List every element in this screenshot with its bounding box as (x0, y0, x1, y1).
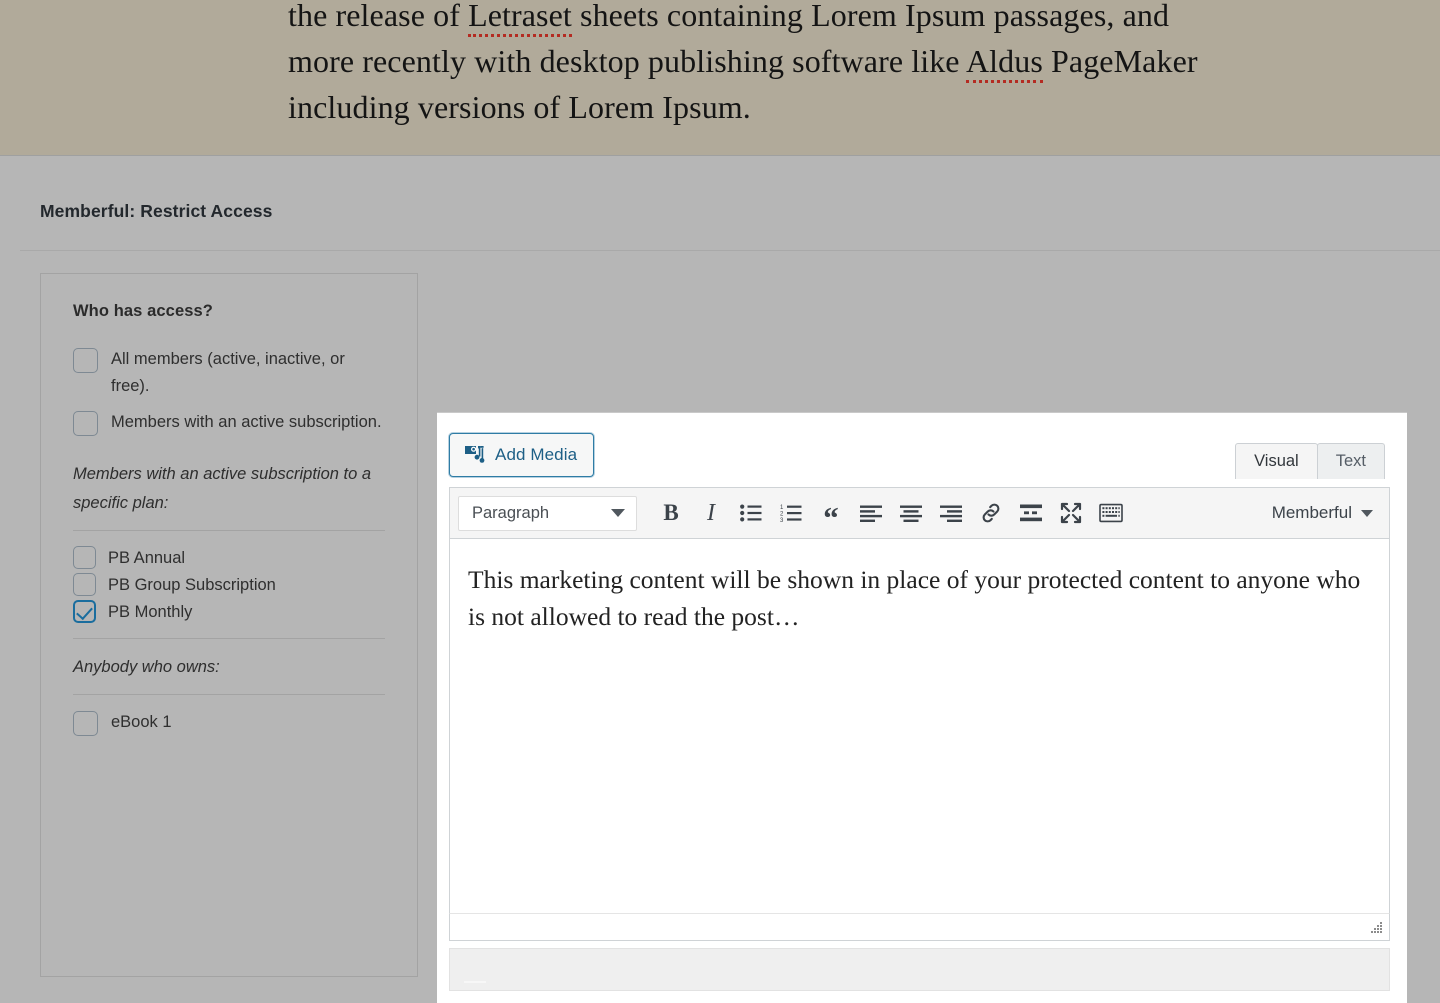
svg-text:3: 3 (780, 518, 784, 522)
checkbox-active-subscription[interactable] (73, 411, 98, 436)
checkbox-ebook-1[interactable] (73, 711, 98, 736)
editor-resize-handle[interactable] (1368, 920, 1384, 936)
access-option-all-members[interactable]: All members (active, inactive, or free). (73, 346, 385, 400)
tab-text[interactable]: Text (1316, 443, 1385, 479)
media-icon (464, 445, 486, 465)
excerpt-line2-part-b: PageMaker (1042, 43, 1198, 79)
plan-option-label: PB Group Subscription (108, 576, 276, 594)
plan-option-label: PB Annual (108, 549, 186, 567)
access-panel-heading: Who has access? (73, 302, 213, 320)
editor-content-area[interactable]: This marketing content will be shown in … (449, 539, 1390, 913)
plan-option-pb-annual[interactable]: PB Annual (73, 545, 385, 571)
align-center-button[interactable] (891, 494, 931, 532)
memberful-menu-label: Memberful (1271, 503, 1352, 522)
plan-group-note: Members with an active subscription to a… (73, 465, 372, 512)
italic-button[interactable]: I (691, 494, 731, 532)
tab-text-label: Text (1335, 452, 1366, 470)
memberful-menu-button[interactable]: Memberful (1262, 494, 1381, 532)
access-option-active-subscription[interactable]: Members with an active subscription. (73, 409, 385, 436)
align-center-icon (900, 505, 922, 522)
download-option-label: eBook 1 (111, 713, 172, 731)
numbered-list-icon: 1 2 3 (780, 504, 802, 522)
toolbar-toggle-button[interactable] (1091, 494, 1131, 532)
chevron-down-icon (611, 509, 625, 517)
align-right-button[interactable] (931, 494, 971, 532)
editor-status-bar (449, 913, 1390, 941)
excerpt-paragraph: the release of Letraset sheets containin… (288, 0, 1228, 130)
format-select[interactable]: Paragraph (458, 495, 637, 531)
tab-visual-label: Visual (1254, 452, 1299, 470)
read-more-button[interactable] (1011, 494, 1051, 532)
editor-media-buttons-row: Add Media (449, 433, 1241, 477)
download-group-note: Anybody who owns: (73, 658, 220, 676)
checkbox-pb-group-subscription[interactable] (73, 573, 96, 596)
fullscreen-icon (1060, 502, 1082, 524)
add-media-label: Add Media (495, 445, 578, 464)
access-option-label: All members (active, inactive, or free). (111, 350, 345, 395)
download-group-divider-bottom (73, 694, 385, 695)
blockquote-icon: “ (823, 500, 839, 535)
misspelled-word-letraset: Letraset (468, 0, 572, 37)
bold-icon: B (663, 500, 679, 525)
checkbox-all-members[interactable] (73, 348, 98, 373)
plan-group-divider-top (73, 530, 385, 531)
svg-text:2: 2 (780, 512, 784, 518)
post-excerpt-region: the release of Letraset sheets containin… (0, 0, 1440, 155)
excerpt-line3: including versions of Lorem Ipsum. (288, 89, 751, 125)
align-right-icon (940, 505, 962, 522)
italic-icon: I (707, 499, 715, 526)
plan-option-pb-monthly[interactable]: PB Monthly (73, 599, 385, 625)
editor-content-paragraph: This marketing content will be shown in … (468, 565, 1361, 631)
metabox-title: Memberful: Restrict Access (40, 201, 273, 221)
bold-button[interactable]: B (651, 494, 691, 532)
misspelled-word-aldus: Aldus (965, 43, 1043, 83)
excerpt-line2-part-a: more recently with desktop publishing so… (288, 43, 966, 79)
chevron-down-icon (1361, 509, 1373, 517)
svg-text:1: 1 (780, 505, 784, 511)
excerpt-line1-part-a: the release of (288, 0, 469, 33)
memberful-metabox: Memberful: Restrict Access Who has acces… (0, 155, 1440, 1003)
plan-option-pb-group-subscription[interactable]: PB Group Subscription (73, 572, 385, 598)
metabox-divider (20, 250, 1440, 251)
tab-visual[interactable]: Visual (1235, 443, 1318, 479)
footer-placeholder (464, 981, 486, 983)
checkbox-pb-annual[interactable] (73, 546, 96, 569)
editor-footer-bar (449, 948, 1390, 991)
access-options-panel: Who has access? All members (active, ina… (40, 273, 418, 977)
checkbox-pb-monthly[interactable] (73, 600, 96, 623)
keyboard-icon (1099, 503, 1123, 523)
link-icon (979, 501, 1003, 525)
editor-mode-tabs: Visual Text (1235, 443, 1385, 479)
download-group-divider-top (73, 638, 385, 639)
read-more-icon (1020, 504, 1042, 522)
download-option-ebook-1[interactable]: eBook 1 (73, 709, 385, 736)
excerpt-line1-part-b: sheets containing Lorem Ipsum passages, … (571, 0, 1170, 33)
numbered-list-button[interactable]: 1 2 3 (771, 494, 811, 532)
bulleted-list-button[interactable] (731, 494, 771, 532)
access-option-label: Members with an active subscription. (111, 413, 382, 431)
fullscreen-button[interactable] (1051, 494, 1091, 532)
editor-toolbar: Paragraph B I 1 2 3 “ Memberful (449, 487, 1390, 539)
bulleted-list-icon (740, 504, 762, 522)
align-left-icon (860, 505, 882, 522)
marketing-content-editor: Add Media Visual Text Paragraph B I 1 2 … (437, 412, 1407, 1003)
format-select-value: Paragraph (472, 503, 550, 522)
blockquote-button[interactable]: “ (811, 494, 851, 535)
align-left-button[interactable] (851, 494, 891, 532)
insert-link-button[interactable] (971, 494, 1011, 532)
plan-option-label: PB Monthly (108, 603, 193, 621)
add-media-button[interactable]: Add Media (449, 433, 595, 477)
